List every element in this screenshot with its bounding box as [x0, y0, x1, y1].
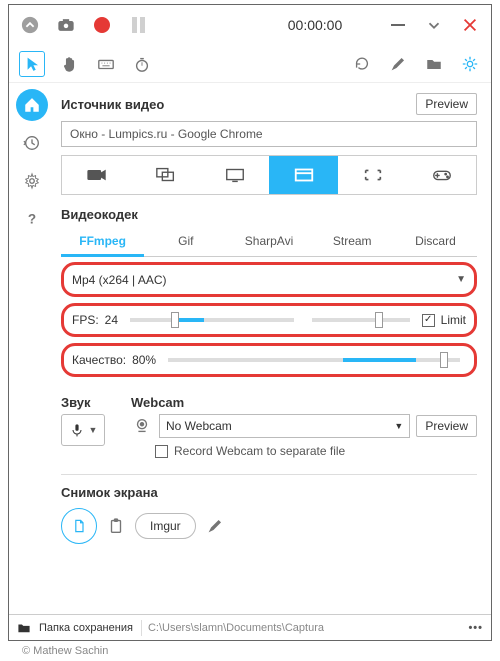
quality-highlight: Качество: 80% — [61, 343, 477, 377]
webcam-icon — [131, 415, 153, 437]
format-highlight: Mp4 (x264 | AAC) ▼ — [61, 262, 477, 297]
codec-tabs: FFmpeg Gif SharpAvi Stream Discard — [61, 228, 477, 257]
close-button[interactable] — [459, 14, 481, 36]
fps-highlight: FPS: 24 ✓ Limit — [61, 303, 477, 337]
top-toolbar: 00:00:00 — [9, 5, 491, 45]
sidebar-home[interactable] — [16, 89, 48, 121]
chevron-down-icon: ▼ — [394, 421, 403, 431]
collapse-button[interactable] — [19, 14, 41, 36]
imgur-button[interactable]: Imgur — [135, 513, 196, 539]
chevron-down-icon: ▼ — [456, 274, 466, 285]
capture-region[interactable] — [338, 156, 407, 194]
mic-button[interactable]: ▼ — [61, 414, 105, 446]
svg-text:?: ? — [28, 212, 36, 227]
record-button[interactable] — [91, 14, 113, 36]
more-button[interactable]: ••• — [468, 622, 483, 634]
folder-button[interactable] — [423, 53, 445, 75]
screenshot-file-button[interactable] — [61, 508, 97, 544]
capture-window[interactable] — [269, 156, 338, 194]
limit-label: Limit — [441, 313, 466, 327]
hand-tool[interactable] — [59, 53, 81, 75]
copyright: © Mathew Sachin — [8, 641, 492, 657]
brush-tool[interactable] — [387, 53, 409, 75]
expand-button[interactable] — [423, 14, 445, 36]
capture-game[interactable] — [407, 156, 476, 194]
quality-slider[interactable] — [168, 358, 460, 362]
sidebar-help[interactable]: ? — [16, 203, 48, 235]
fps-value: 24 — [105, 313, 118, 327]
format-value: Mp4 (x264 | AAC) — [72, 273, 167, 287]
fps-label: FPS: — [72, 313, 99, 327]
tab-stream[interactable]: Stream — [311, 228, 394, 256]
save-path[interactable]: C:\Users\slamn\Documents\Captura — [141, 620, 461, 636]
camera-icon[interactable] — [55, 14, 77, 36]
capture-camera[interactable] — [62, 156, 131, 194]
minimize-button[interactable] — [387, 14, 409, 36]
folder-label: Папка сохранения — [39, 622, 133, 634]
webcam-title: Webcam — [131, 395, 477, 410]
settings-button[interactable] — [459, 53, 481, 75]
tab-discard[interactable]: Discard — [394, 228, 477, 256]
keyboard-tool[interactable] — [95, 53, 117, 75]
folder-icon — [17, 622, 31, 634]
webcam-value: No Webcam — [166, 419, 232, 433]
source-title: Источник видео — [61, 97, 164, 112]
tab-ffmpeg[interactable]: FFmpeg — [61, 228, 144, 257]
capture-screens[interactable] — [131, 156, 200, 194]
screenshot-edit-button[interactable] — [204, 515, 226, 537]
tool-toolbar — [9, 45, 491, 83]
codec-title: Видеокодек — [61, 207, 477, 222]
sidebar-settings[interactable] — [16, 165, 48, 197]
cursor-tool[interactable] — [19, 51, 45, 77]
quality-value: 80% — [132, 353, 156, 367]
webcam-select[interactable]: No Webcam ▼ — [159, 414, 410, 438]
chevron-down-icon: ▼ — [89, 425, 98, 435]
pause-button[interactable] — [127, 14, 149, 36]
capture-type-group — [61, 155, 477, 195]
format-select[interactable]: Mp4 (x264 | AAC) ▼ — [72, 273, 466, 287]
fps-slider[interactable] — [130, 318, 294, 322]
sidebar-history[interactable] — [16, 127, 48, 159]
side-panel: ? — [9, 83, 55, 614]
screenshot-clipboard-button[interactable] — [105, 515, 127, 537]
tab-sharpavi[interactable]: SharpAvi — [227, 228, 310, 256]
timer-display: 00:00:00 — [288, 17, 343, 33]
stopwatch-tool[interactable] — [131, 53, 153, 75]
preview-button[interactable]: Preview — [416, 93, 477, 115]
statusbar: Папка сохранения C:\Users\slamn\Document… — [9, 614, 491, 640]
sound-title: Звук — [61, 395, 121, 410]
quality-label: Качество: — [72, 353, 126, 367]
webcam-separate-label: Record Webcam to separate file — [174, 444, 345, 458]
screenshot-title: Снимок экрана — [61, 485, 477, 500]
capture-screen[interactable] — [200, 156, 269, 194]
refresh-button[interactable] — [351, 53, 373, 75]
source-select[interactable]: Окно - Lumpics.ru - Google Chrome — [61, 121, 477, 147]
fps-slider-2[interactable] — [312, 318, 410, 322]
webcam-separate-checkbox[interactable] — [155, 445, 168, 458]
webcam-preview-button[interactable]: Preview — [416, 415, 477, 437]
tab-gif[interactable]: Gif — [144, 228, 227, 256]
limit-checkbox[interactable]: ✓ — [422, 314, 435, 327]
